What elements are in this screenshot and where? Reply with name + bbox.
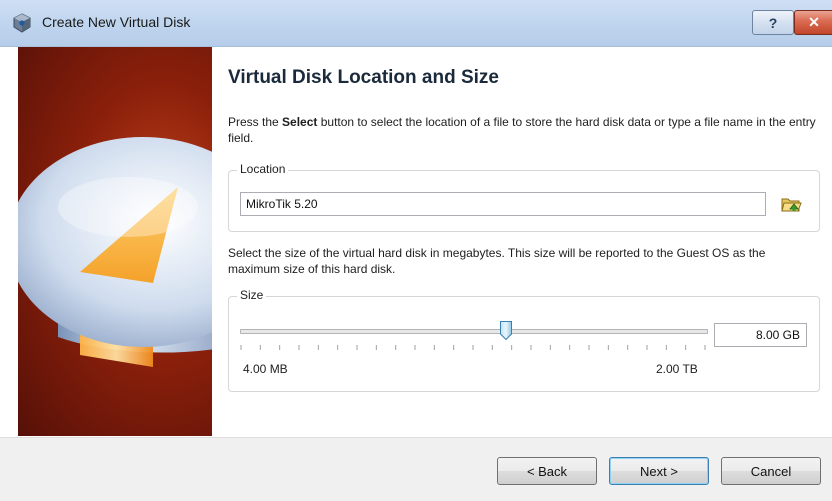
size-group: Size 4.00 MB 2.00 TB xyxy=(228,288,820,392)
button-bar: < Back Next > Cancel xyxy=(0,437,832,501)
location-input[interactable] xyxy=(240,192,766,216)
create-virtual-disk-dialog: Create New Virtual Disk ? ✕ Virtual Disk… xyxy=(0,0,832,501)
close-button[interactable]: ✕ xyxy=(794,10,832,35)
size-input[interactable] xyxy=(714,323,807,347)
help-button[interactable]: ? xyxy=(752,10,794,35)
cancel-button[interactable]: Cancel xyxy=(721,457,821,485)
size-slider[interactable] xyxy=(240,311,708,351)
next-button[interactable]: Next > xyxy=(609,457,709,485)
location-legend: Location xyxy=(237,162,289,176)
virtualbox-icon xyxy=(13,13,31,33)
slider-track[interactable] xyxy=(240,329,708,334)
slider-ticks xyxy=(240,345,706,350)
size-instructions: Select the size of the virtual hard disk… xyxy=(228,246,766,276)
page-heading: Virtual Disk Location and Size xyxy=(228,67,499,88)
location-group: Location xyxy=(228,162,820,232)
back-button[interactable]: < Back xyxy=(497,457,597,485)
folder-open-icon[interactable] xyxy=(780,193,802,215)
slider-thumb[interactable] xyxy=(499,320,513,341)
wizard-banner xyxy=(18,47,212,436)
window-title: Create New Virtual Disk xyxy=(42,14,191,30)
intro-select-keyword: Select xyxy=(282,115,318,129)
hard-disk-illustration xyxy=(18,137,212,367)
size-legend: Size xyxy=(237,288,267,302)
location-instructions: Press the Select button to select the lo… xyxy=(228,114,818,146)
size-min-label: 4.00 MB xyxy=(243,362,288,376)
size-max-label: 2.00 TB xyxy=(656,362,698,376)
title-bar: Create New Virtual Disk ? ✕ xyxy=(0,0,832,47)
intro-text: Press the xyxy=(228,115,283,129)
intro-text-rest: button to select the location of a file … xyxy=(228,115,816,145)
